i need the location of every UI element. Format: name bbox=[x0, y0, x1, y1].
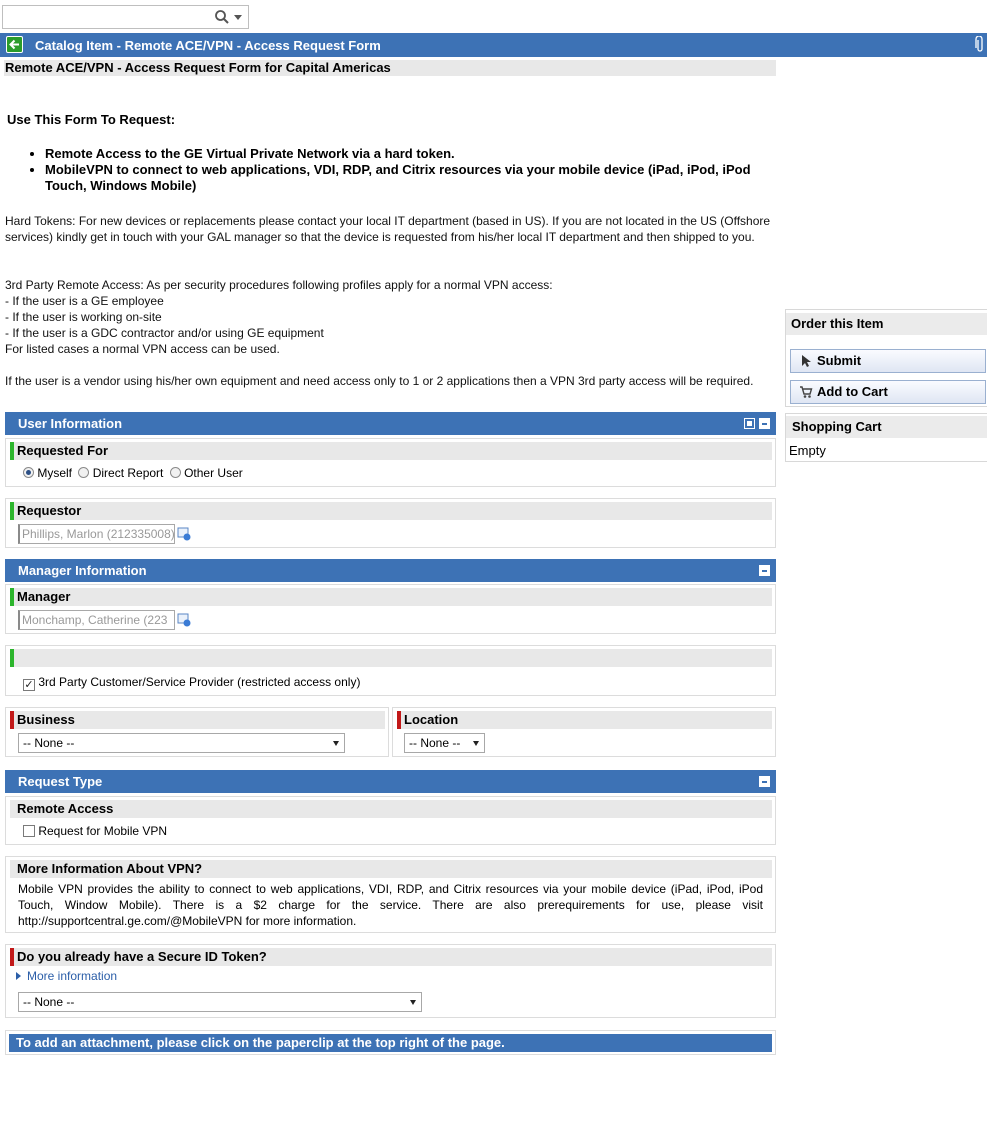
manager-input[interactable]: Monchamp, Catherine (223 bbox=[18, 610, 175, 630]
checkbox-label: 3rd Party Customer/Service Provider (res… bbox=[38, 675, 361, 689]
section-title: User Information bbox=[18, 416, 123, 431]
radio-label: Other User bbox=[184, 466, 243, 480]
expand-arrow-icon bbox=[16, 972, 21, 980]
radio-myself[interactable] bbox=[23, 467, 34, 478]
third-party-paragraph: 3rd Party Remote Access: As per security… bbox=[5, 277, 780, 357]
user-information-header: User Information bbox=[5, 412, 776, 435]
paragraph-line: - If the user is working on-site bbox=[5, 310, 162, 324]
list-item: Remote Access to the GE Virtual Private … bbox=[45, 146, 785, 162]
search-input[interactable] bbox=[6, 7, 206, 27]
select-value: -- None -- bbox=[23, 995, 75, 1009]
mobile-vpn-option: Request for Mobile VPN bbox=[23, 824, 167, 838]
checkbox-label: Request for Mobile VPN bbox=[38, 824, 168, 838]
cart-status: Empty bbox=[789, 443, 826, 458]
vendor-paragraph: If the user is a vendor using his/her ow… bbox=[5, 374, 754, 388]
collapse-icon[interactable] bbox=[759, 776, 770, 787]
form-subtitle: Remote ACE/VPN - Access Request Form for… bbox=[4, 60, 776, 76]
more-information-link[interactable]: More information bbox=[16, 969, 117, 983]
chevron-down-icon bbox=[333, 741, 339, 746]
radio-direct-report[interactable] bbox=[78, 467, 90, 478]
paragraph-line: 3rd Party Remote Access: As per security… bbox=[5, 278, 553, 292]
order-panel: Order this Item Submit Add to Cart bbox=[785, 309, 987, 407]
paragraph-line: For listed cases a normal VPN access can… bbox=[5, 342, 280, 356]
expand-all-icon[interactable] bbox=[744, 418, 755, 429]
field-label: Business bbox=[10, 711, 385, 729]
requested-for-field: Requested For Myself Direct Report Other… bbox=[5, 438, 776, 487]
location-field: Location -- None -- bbox=[392, 707, 776, 757]
section-title: Request Type bbox=[18, 774, 103, 789]
field-label-empty bbox=[10, 649, 772, 667]
manager-field: Manager Monchamp, Catherine (223 bbox=[5, 584, 776, 634]
request-type-header: Request Type bbox=[5, 770, 776, 793]
back-arrow-icon[interactable] bbox=[6, 36, 23, 53]
search-dropdown-icon[interactable] bbox=[234, 15, 242, 20]
title-bar: Catalog Item - Remote ACE/VPN - Access R… bbox=[0, 33, 987, 57]
user-lookup-icon[interactable] bbox=[177, 527, 191, 541]
third-party-checkbox[interactable]: ✓ bbox=[23, 679, 35, 691]
section-title: Manager Information bbox=[18, 563, 147, 578]
radio-label: Myself bbox=[37, 466, 73, 480]
location-select[interactable]: -- None -- bbox=[404, 733, 485, 753]
third-party-field: ✓ 3rd Party Customer/Service Provider (r… bbox=[5, 645, 776, 696]
search-icon[interactable] bbox=[214, 9, 230, 25]
requestor-input[interactable]: Phillips, Marlon (212335008) bbox=[18, 524, 175, 544]
user-lookup-icon[interactable] bbox=[177, 613, 191, 627]
remote-access-field: Remote Access Request for Mobile VPN bbox=[5, 796, 776, 845]
radio-label: Direct Report bbox=[92, 466, 164, 480]
requested-for-options: Myself Direct Report Other User bbox=[23, 466, 243, 480]
secure-id-field: Do you already have a Secure ID Token? M… bbox=[5, 944, 776, 1018]
paperclip-icon[interactable] bbox=[975, 36, 985, 53]
select-value: -- None -- bbox=[409, 736, 461, 750]
attachment-note: To add an attachment, please click on th… bbox=[5, 1030, 776, 1055]
vpn-info-field: More Information About VPN? Mobile VPN p… bbox=[5, 856, 776, 933]
requestor-field: Requestor Phillips, Marlon (212335008) bbox=[5, 498, 776, 548]
cursor-icon bbox=[802, 355, 811, 367]
intro-heading: Use This Form To Request: bbox=[7, 112, 176, 127]
third-party-option: ✓ 3rd Party Customer/Service Provider (r… bbox=[23, 675, 360, 691]
field-label: Manager bbox=[10, 588, 772, 606]
field-label: Location bbox=[397, 711, 772, 729]
paragraph-line: - If the user is a GE employee bbox=[5, 294, 164, 308]
select-value: -- None -- bbox=[23, 736, 75, 750]
hard-tokens-paragraph: Hard Tokens: For new devices or replacem… bbox=[5, 214, 771, 244]
collapse-icon[interactable] bbox=[759, 418, 770, 429]
field-label: Remote Access bbox=[10, 800, 772, 818]
business-field: Business -- None -- bbox=[5, 707, 389, 757]
shopping-cart-title: Shopping Cart bbox=[786, 416, 987, 438]
submit-button[interactable]: Submit bbox=[790, 349, 986, 373]
chevron-down-icon bbox=[473, 741, 479, 746]
collapse-icon[interactable] bbox=[759, 565, 770, 576]
add-to-cart-button[interactable]: Add to Cart bbox=[790, 380, 986, 404]
attachment-note-text: To add an attachment, please click on th… bbox=[9, 1034, 772, 1052]
page-title: Catalog Item - Remote ACE/VPN - Access R… bbox=[35, 38, 381, 53]
global-search[interactable] bbox=[2, 5, 249, 29]
paragraph-line: - If the user is a GDC contractor and/or… bbox=[5, 326, 324, 340]
mobile-vpn-checkbox[interactable] bbox=[23, 825, 35, 837]
radio-other-user[interactable] bbox=[169, 467, 181, 478]
order-panel-title: Order this Item bbox=[786, 313, 987, 335]
cart-icon bbox=[800, 386, 813, 398]
field-label: Do you already have a Secure ID Token? bbox=[10, 948, 772, 966]
shopping-cart-panel: Shopping Cart Empty bbox=[785, 413, 987, 462]
secure-id-select[interactable]: -- None -- bbox=[18, 992, 422, 1012]
button-label: Submit bbox=[817, 353, 862, 368]
intro-bullet-list: Remote Access to the GE Virtual Private … bbox=[25, 146, 785, 194]
field-label: Requestor bbox=[10, 502, 772, 520]
chevron-down-icon bbox=[410, 1000, 416, 1005]
field-label: Requested For bbox=[10, 442, 772, 460]
manager-information-header: Manager Information bbox=[5, 559, 776, 582]
vpn-info-text: Mobile VPN provides the ability to conne… bbox=[18, 882, 763, 928]
list-item: MobileVPN to connect to web applications… bbox=[45, 162, 785, 194]
business-select[interactable]: -- None -- bbox=[18, 733, 345, 753]
button-label: Add to Cart bbox=[817, 384, 888, 399]
field-label: More Information About VPN? bbox=[10, 860, 772, 878]
